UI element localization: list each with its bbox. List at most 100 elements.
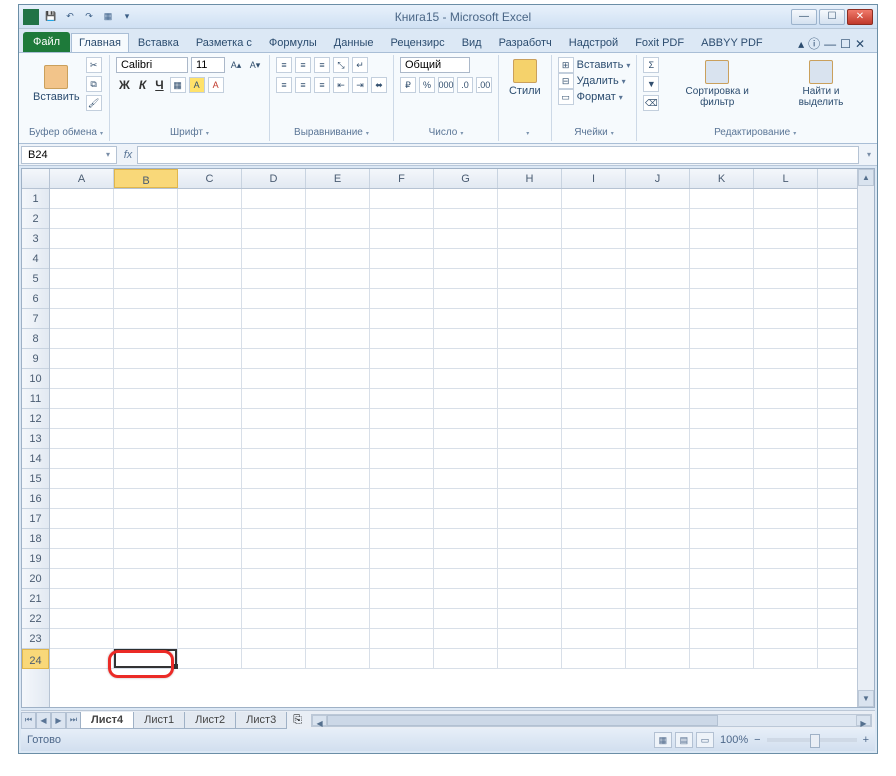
cell[interactable] <box>114 449 178 468</box>
column-header[interactable]: E <box>306 169 370 188</box>
cell[interactable] <box>370 649 434 668</box>
border-icon[interactable]: ▦ <box>170 77 186 93</box>
cell[interactable] <box>370 509 434 528</box>
cell[interactable] <box>306 289 370 308</box>
cell[interactable] <box>754 549 818 568</box>
new-sheet-button[interactable]: ⎘ <box>287 712 308 729</box>
cell[interactable] <box>306 489 370 508</box>
cell[interactable] <box>178 469 242 488</box>
merge-icon[interactable]: ⬌ <box>371 77 387 93</box>
indent-inc-icon[interactable]: ⇥ <box>352 77 368 93</box>
cell[interactable] <box>754 649 818 668</box>
cell[interactable] <box>306 649 370 668</box>
cell[interactable] <box>178 349 242 368</box>
cell[interactable] <box>306 429 370 448</box>
cell[interactable] <box>242 309 306 328</box>
scroll-left-icon[interactable]: ◀ <box>312 715 327 726</box>
cell[interactable] <box>242 429 306 448</box>
cell[interactable] <box>754 629 818 648</box>
cell[interactable] <box>498 509 562 528</box>
cell[interactable] <box>434 229 498 248</box>
cell[interactable] <box>370 569 434 588</box>
column-header[interactable]: G <box>434 169 498 188</box>
cell[interactable] <box>498 569 562 588</box>
cell[interactable] <box>754 249 818 268</box>
cell[interactable] <box>626 389 690 408</box>
cell[interactable] <box>626 329 690 348</box>
cell[interactable] <box>50 649 114 668</box>
cell[interactable] <box>754 509 818 528</box>
clear-icon[interactable]: ⌫ <box>643 95 659 111</box>
cell[interactable] <box>114 489 178 508</box>
cell[interactable] <box>690 409 754 428</box>
cell[interactable] <box>242 409 306 428</box>
cell[interactable] <box>114 529 178 548</box>
cell[interactable] <box>690 269 754 288</box>
cell[interactable] <box>690 289 754 308</box>
row-header[interactable]: 24 <box>22 649 49 669</box>
cell[interactable] <box>562 389 626 408</box>
select-all-corner[interactable] <box>22 169 50 188</box>
cell[interactable] <box>754 429 818 448</box>
cell[interactable] <box>626 249 690 268</box>
cell[interactable] <box>306 329 370 348</box>
cell[interactable] <box>242 189 306 208</box>
cell[interactable] <box>178 649 242 668</box>
cell[interactable] <box>114 229 178 248</box>
row-header[interactable]: 17 <box>22 509 49 529</box>
sheet-tab[interactable]: Лист3 <box>235 712 287 729</box>
cell[interactable] <box>690 189 754 208</box>
cell[interactable] <box>242 369 306 388</box>
column-header[interactable]: L <box>754 169 818 188</box>
cell[interactable] <box>498 289 562 308</box>
cell[interactable] <box>242 209 306 228</box>
sheet-tab[interactable]: Лист1 <box>133 712 185 729</box>
cell[interactable] <box>434 449 498 468</box>
ribbon-min-icon[interactable]: ▴ <box>798 37 804 51</box>
cell[interactable] <box>242 569 306 588</box>
delete-cells-button[interactable]: Удалить <box>577 75 619 87</box>
italic-button[interactable]: К <box>136 78 149 92</box>
tab-first-icon[interactable]: ⏮ <box>21 712 36 729</box>
cell[interactable] <box>242 329 306 348</box>
cell[interactable] <box>370 389 434 408</box>
align-left-icon[interactable]: ≡ <box>276 77 292 93</box>
cell[interactable] <box>370 289 434 308</box>
cell[interactable] <box>562 549 626 568</box>
column-header[interactable]: H <box>498 169 562 188</box>
cell[interactable] <box>626 469 690 488</box>
cell[interactable] <box>434 589 498 608</box>
cell[interactable] <box>498 329 562 348</box>
cell[interactable] <box>306 209 370 228</box>
cell[interactable] <box>114 429 178 448</box>
cell[interactable] <box>370 549 434 568</box>
cell[interactable] <box>306 569 370 588</box>
cell[interactable] <box>562 309 626 328</box>
qat-item-icon[interactable]: ▦ <box>100 9 116 25</box>
cell[interactable] <box>50 609 114 628</box>
tab-home[interactable]: Главная <box>71 33 129 52</box>
cell[interactable] <box>114 409 178 428</box>
decimal-inc-icon[interactable]: .0 <box>457 77 473 93</box>
cell[interactable] <box>242 289 306 308</box>
cell[interactable] <box>242 449 306 468</box>
cell[interactable] <box>498 269 562 288</box>
cell[interactable] <box>626 449 690 468</box>
view-layout-icon[interactable]: ▤ <box>675 732 693 748</box>
cell[interactable] <box>754 289 818 308</box>
cell[interactable] <box>562 249 626 268</box>
cell[interactable] <box>626 229 690 248</box>
cell[interactable] <box>690 469 754 488</box>
column-header[interactable]: D <box>242 169 306 188</box>
cell[interactable] <box>498 369 562 388</box>
scroll-right-icon[interactable]: ▶ <box>856 715 871 726</box>
tab-formulas[interactable]: Формулы <box>261 33 325 52</box>
sheet-tab[interactable]: Лист4 <box>80 712 134 729</box>
row-header[interactable]: 21 <box>22 589 49 609</box>
cell[interactable] <box>178 529 242 548</box>
cell[interactable] <box>178 329 242 348</box>
help-icon[interactable]: ⓘ <box>808 35 820 52</box>
cell[interactable] <box>178 609 242 628</box>
cell[interactable] <box>498 209 562 228</box>
cell[interactable] <box>498 189 562 208</box>
